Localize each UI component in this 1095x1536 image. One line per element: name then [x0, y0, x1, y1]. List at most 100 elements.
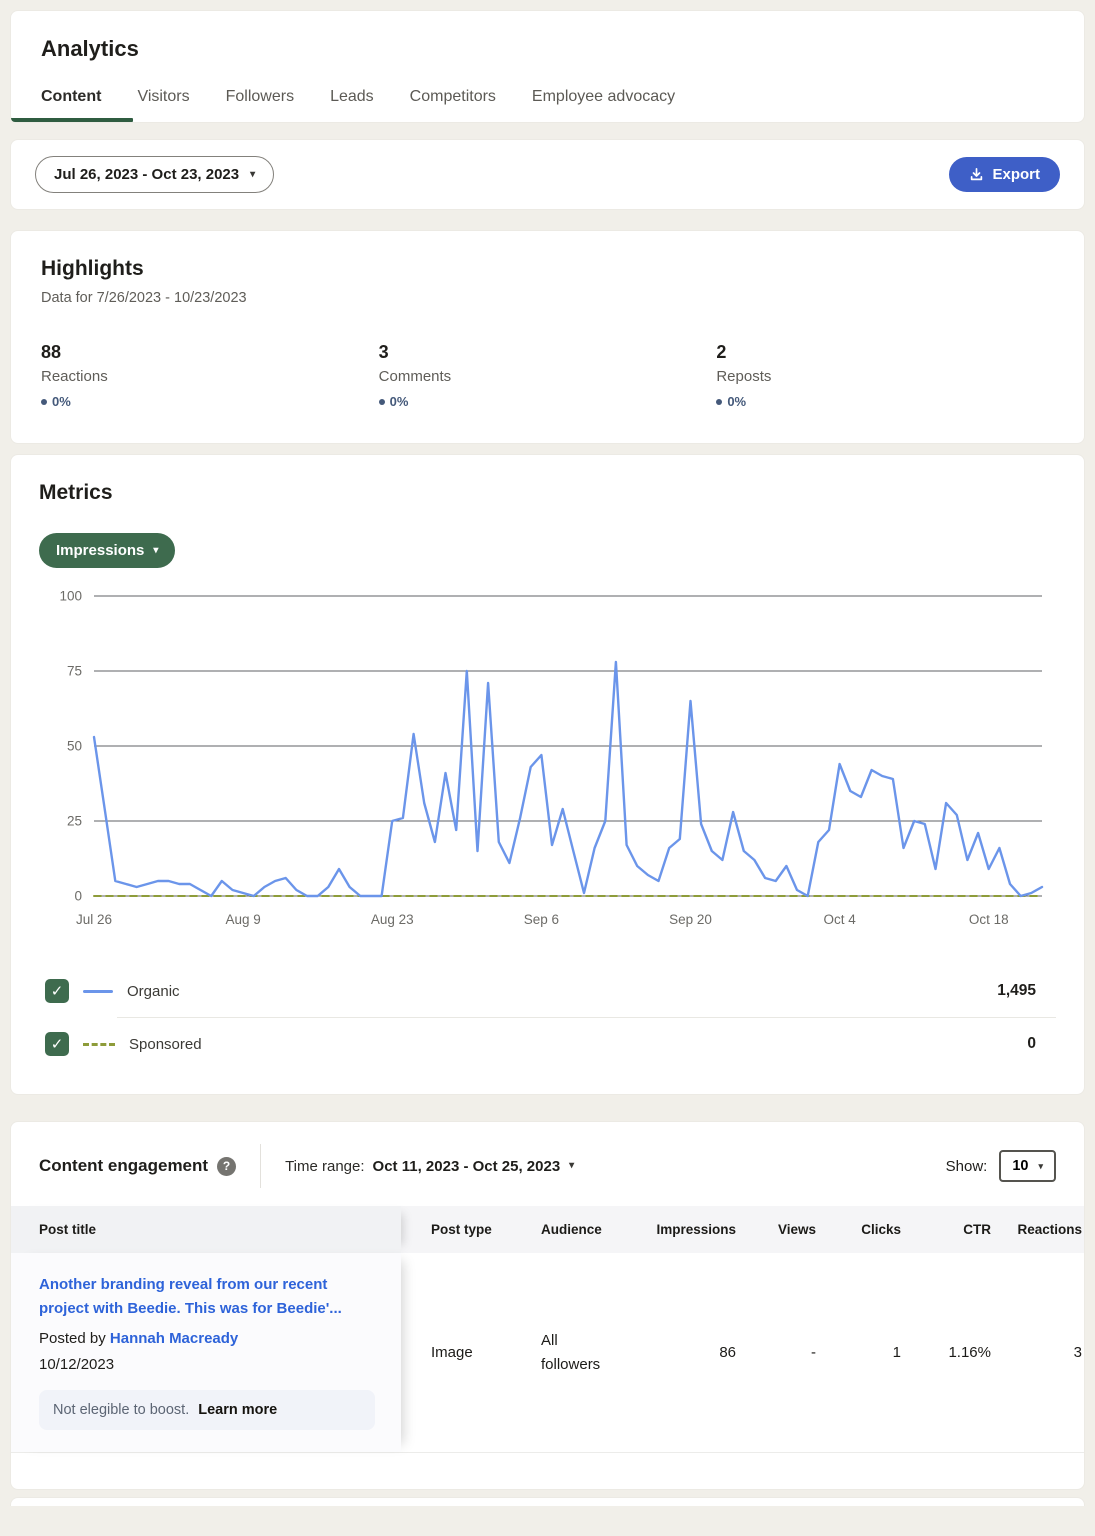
column-header-post-type: Post type — [401, 1206, 501, 1253]
column-header-clicks: Clicks — [816, 1206, 901, 1253]
show-count-select[interactable]: 10 ▾ — [999, 1150, 1056, 1182]
tab-content[interactable]: Content — [41, 88, 101, 106]
highlights-card: Highlights Data for 7/26/2023 - 10/23/20… — [10, 230, 1085, 444]
date-range-dropdown[interactable]: Jul 26, 2023 - Oct 23, 2023 ▾ — [35, 156, 274, 193]
svg-text:Oct 4: Oct 4 — [823, 912, 856, 927]
delta-dot-icon — [41, 399, 47, 405]
time-range-value: Oct 11, 2023 - Oct 25, 2023 — [373, 1158, 561, 1175]
column-header-reactions: Reactions — [991, 1206, 1085, 1253]
page-title: Analytics — [11, 11, 1084, 62]
column-header-post-title: Post title — [11, 1206, 401, 1253]
sponsored-checkbox[interactable]: ✓ — [45, 1032, 69, 1056]
svg-text:Jul 26: Jul 26 — [76, 912, 112, 927]
stat-label: Reposts — [716, 368, 1054, 385]
svg-text:Aug 9: Aug 9 — [225, 912, 260, 927]
clicks-cell: 1 — [816, 1253, 901, 1452]
post-title-cell: Another branding reveal from our recent … — [11, 1253, 401, 1452]
toolbar-card: Jul 26, 2023 - Oct 23, 2023 ▾ Export — [10, 139, 1085, 210]
highlights-subtitle: Data for 7/26/2023 - 10/23/2023 — [41, 290, 1054, 306]
table-footer-strip — [11, 1453, 1084, 1489]
table-header: Post title Post type Audience Impression… — [11, 1206, 1084, 1253]
next-card-top-edge — [10, 1497, 1085, 1506]
show-count-value: 10 — [1012, 1158, 1028, 1174]
highlights-stats: 88 Reactions 0% 3 Comments 0% 2 Reposts — [41, 342, 1054, 409]
organic-line-swatch-icon — [83, 990, 113, 993]
post-title-link[interactable]: Another branding reveal from our recent … — [39, 1273, 375, 1321]
stat-value: 3 — [379, 342, 717, 363]
svg-text:Sep 6: Sep 6 — [524, 912, 559, 927]
column-header-ctr: CTR — [901, 1206, 991, 1253]
legend-row-sponsored: ✓ Sponsored 0 — [39, 1018, 1056, 1070]
views-cell: - — [736, 1253, 816, 1452]
table-row: Another branding reveal from our recent … — [11, 1253, 1084, 1453]
legend-label: Organic — [127, 983, 180, 1000]
impressions-chart: 0255075100Jul 26Aug 9Aug 23Sep 6Sep 20Oc… — [39, 584, 1056, 941]
svg-text:100: 100 — [59, 589, 82, 604]
date-range-value: Jul 26, 2023 - Oct 23, 2023 — [54, 166, 239, 183]
delta-value: 0% — [390, 394, 409, 409]
analytics-page: Analytics Content Visitors Followers Lea… — [0, 0, 1095, 1506]
posted-by-prefix: Posted by — [39, 1330, 106, 1347]
engagement-header: Content engagement ? Time range: Oct 11,… — [11, 1122, 1084, 1206]
tab-visitors[interactable]: Visitors — [137, 88, 189, 106]
stat-reposts: 2 Reposts 0% — [716, 342, 1054, 409]
chevron-down-icon: ▾ — [569, 1161, 574, 1171]
author-link[interactable]: Hannah Macready — [110, 1330, 238, 1347]
post-type-cell: Image — [401, 1253, 501, 1452]
export-button[interactable]: Export — [949, 157, 1060, 192]
post-date: 10/12/2023 — [39, 1356, 375, 1373]
legend-total: 0 — [1027, 1035, 1050, 1053]
stat-label: Reactions — [41, 368, 379, 385]
legend-row-organic: ✓ Organic 1,495 — [39, 965, 1056, 1017]
engagement-title: Content engagement — [39, 1156, 208, 1176]
time-range-dropdown[interactable]: Oct 11, 2023 - Oct 25, 2023 ▾ — [373, 1158, 575, 1175]
highlights-title: Highlights — [41, 257, 1054, 281]
column-header-audience: Audience — [501, 1206, 606, 1253]
stat-comments: 3 Comments 0% — [379, 342, 717, 409]
show-label: Show: — [946, 1158, 988, 1175]
legend-total: 1,495 — [997, 982, 1050, 1000]
active-tab-indicator — [11, 118, 133, 122]
learn-more-link[interactable]: Learn more — [198, 1402, 277, 1418]
stat-delta: 0% — [716, 394, 1054, 409]
tab-bar: Content Visitors Followers Leads Competi… — [11, 62, 1084, 122]
stat-delta: 0% — [41, 394, 379, 409]
show-group: Show: 10 ▾ — [946, 1150, 1056, 1182]
posted-by-line: Posted by Hannah Macready — [39, 1330, 375, 1347]
export-label: Export — [992, 166, 1040, 183]
svg-text:50: 50 — [67, 739, 82, 754]
legend-label: Sponsored — [129, 1036, 202, 1053]
check-icon: ✓ — [51, 1035, 64, 1053]
stat-value: 88 — [41, 342, 379, 363]
organic-checkbox[interactable]: ✓ — [45, 979, 69, 1003]
metric-selector-dropdown[interactable]: Impressions ▾ — [39, 533, 175, 568]
svg-text:Sep 20: Sep 20 — [669, 912, 712, 927]
time-range-label: Time range: — [285, 1158, 364, 1175]
column-header-impressions: Impressions — [606, 1206, 736, 1253]
delta-dot-icon — [379, 399, 385, 405]
chart-legend: ✓ Organic 1,495 ✓ Sponsored 0 — [39, 965, 1056, 1070]
stat-value: 2 — [716, 342, 1054, 363]
boost-eligibility-badge: Not elegible to boost. Learn more — [39, 1390, 375, 1430]
vertical-divider — [260, 1144, 261, 1188]
svg-text:Oct 18: Oct 18 — [969, 912, 1009, 927]
delta-value: 0% — [52, 394, 71, 409]
stat-label: Comments — [379, 368, 717, 385]
content-engagement-card: Content engagement ? Time range: Oct 11,… — [10, 1121, 1085, 1490]
svg-text:25: 25 — [67, 814, 82, 829]
stat-delta: 0% — [379, 394, 717, 409]
column-header-views: Views — [736, 1206, 816, 1253]
chevron-down-icon: ▾ — [250, 170, 255, 180]
help-icon[interactable]: ? — [217, 1157, 236, 1176]
tab-leads[interactable]: Leads — [330, 88, 374, 106]
download-icon — [969, 167, 984, 182]
sponsored-line-swatch-icon — [83, 1043, 115, 1046]
audience-cell: All followers — [501, 1253, 606, 1452]
metrics-card: Metrics Impressions ▾ 0255075100Jul 26Au… — [10, 454, 1085, 1095]
header-card: Analytics Content Visitors Followers Lea… — [10, 10, 1085, 123]
tab-followers[interactable]: Followers — [226, 88, 294, 106]
metrics-title: Metrics — [39, 481, 1056, 505]
check-icon: ✓ — [51, 982, 64, 1000]
tab-employee-advocacy[interactable]: Employee advocacy — [532, 88, 675, 106]
tab-competitors[interactable]: Competitors — [410, 88, 496, 106]
